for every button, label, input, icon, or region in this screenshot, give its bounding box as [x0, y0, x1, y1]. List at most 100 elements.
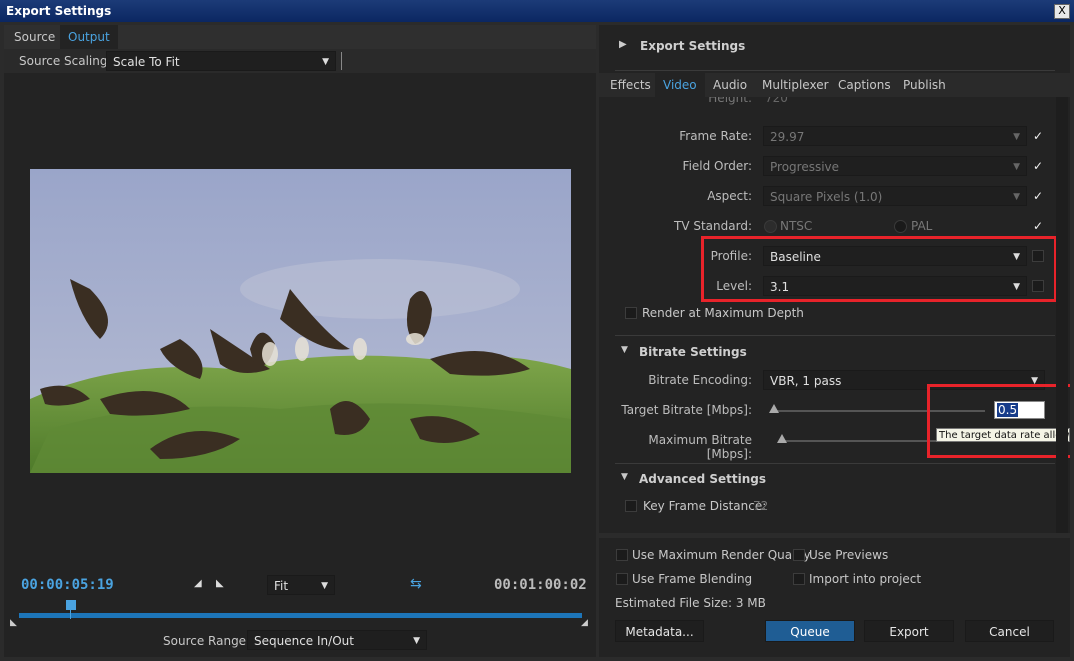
collapse-arrow-icon[interactable]: ▼: [621, 345, 628, 355]
source-scaling-dropdown[interactable]: Scale To Fit ▼: [106, 51, 336, 71]
export-settings-header[interactable]: Export Settings: [640, 39, 745, 53]
mark-in-icon[interactable]: ◢: [194, 578, 202, 589]
frame-rate-label: Frame Rate:: [679, 129, 752, 143]
field-order-value: Progressive: [770, 160, 840, 174]
video-preview: [30, 169, 571, 473]
advanced-settings-header[interactable]: Advanced Settings: [639, 472, 766, 486]
left-panel: Source Output Source Scaling: Scale To F…: [4, 25, 596, 657]
chevron-down-icon: ▼: [413, 636, 420, 646]
left-tabbar: Source Output: [4, 25, 596, 49]
tab-effects[interactable]: Effects: [602, 73, 659, 97]
divider: [341, 52, 342, 70]
end-timecode: 00:01:00:02: [494, 577, 587, 593]
pal-radio[interactable]: [894, 220, 907, 233]
range-start-icon[interactable]: ◣: [10, 618, 17, 628]
divider: [615, 70, 1055, 71]
preview-image: [30, 169, 571, 473]
tab-output[interactable]: Output: [60, 25, 118, 49]
bitrate-encoding-value: VBR, 1 pass: [770, 374, 842, 388]
key-frame-distance-value[interactable]: 72: [753, 499, 768, 513]
highlight-box-profile: [701, 236, 1057, 302]
max-render-quality-checkbox[interactable]: [616, 549, 628, 561]
video-settings-scroll[interactable]: Height: 720 Frame Rate: 29.97 ▼ ✓ Field …: [599, 97, 1070, 533]
ntsc-radio[interactable]: [764, 220, 777, 233]
close-button[interactable]: X: [1054, 4, 1070, 19]
tv-standard-label: TV Standard:: [674, 219, 752, 233]
window-titlebar: Export Settings X: [0, 0, 1074, 22]
cancel-button[interactable]: Cancel: [965, 620, 1054, 642]
import-project-label: Import into project: [809, 572, 922, 586]
divider: [615, 463, 1055, 464]
tab-audio[interactable]: Audio: [705, 73, 755, 97]
max-bitrate-label: Maximum Bitrate [Mbps]:: [648, 433, 752, 461]
frame-rate-dropdown[interactable]: 29.97 ▼: [763, 126, 1027, 146]
source-range-dropdown[interactable]: Sequence In/Out ▼: [247, 630, 427, 650]
tab-publish[interactable]: Publish: [895, 73, 954, 97]
highlight-box-bitrate: [927, 384, 1070, 458]
expand-arrow-icon[interactable]: ▶: [619, 39, 627, 50]
tab-captions[interactable]: Captions: [830, 73, 899, 97]
aspect-label: Aspect:: [707, 189, 752, 203]
max-bitrate-slider-thumb[interactable]: [777, 434, 787, 443]
scrollbar[interactable]: [1056, 97, 1068, 533]
use-previews-label: Use Previews: [809, 548, 889, 562]
tab-video[interactable]: Video: [655, 73, 705, 97]
chevron-down-icon: ▼: [1013, 192, 1020, 202]
key-frame-distance-label: Key Frame Distance:: [643, 499, 767, 513]
aspect-match-checkbox[interactable]: ✓: [1031, 189, 1045, 203]
target-bitrate-slider-thumb[interactable]: [769, 404, 779, 413]
chevron-down-icon: ▼: [1013, 162, 1020, 172]
render-max-depth-checkbox[interactable]: [625, 307, 637, 319]
divider: [615, 335, 1055, 336]
zoom-fit-value: Fit: [274, 579, 289, 593]
pal-label: PAL: [911, 219, 933, 233]
current-timecode[interactable]: 00:00:05:19: [21, 577, 114, 593]
timeline-bar[interactable]: [19, 613, 582, 618]
max-render-quality-label: Use Maximum Render Quality: [632, 548, 811, 562]
max-bitrate-slider-track[interactable]: [779, 440, 939, 442]
render-max-depth-label: Render at Maximum Depth: [642, 306, 804, 320]
bitrate-settings-header[interactable]: Bitrate Settings: [639, 345, 747, 359]
source-range-value: Sequence In/Out: [254, 634, 354, 648]
window-title: Export Settings: [6, 4, 112, 18]
height-value: 720: [765, 97, 788, 105]
scaling-bar: Source Scaling: Scale To Fit ▼: [4, 49, 596, 73]
height-label: Height:: [708, 97, 752, 105]
estimated-file-size: Estimated File Size: 3 MB: [615, 596, 766, 610]
frame-rate-match-checkbox[interactable]: ✓: [1031, 129, 1045, 143]
metadata-button[interactable]: Metadata...: [615, 620, 704, 642]
ntsc-label: NTSC: [780, 219, 813, 233]
range-end-icon[interactable]: ◢: [581, 618, 588, 628]
tab-source[interactable]: Source: [6, 25, 63, 49]
key-frame-distance-checkbox[interactable]: [625, 500, 637, 512]
chevron-down-icon: ▼: [321, 581, 328, 591]
field-order-dropdown[interactable]: Progressive ▼: [763, 156, 1027, 176]
use-previews-checkbox[interactable]: [793, 549, 805, 561]
frame-blending-checkbox[interactable]: [616, 573, 628, 585]
aspect-toggle-icon[interactable]: ⇆: [410, 576, 422, 592]
playhead-line: [70, 609, 71, 619]
export-options-panel: Use Maximum Render Quality Use Previews …: [599, 538, 1070, 657]
source-scaling-label: Source Scaling:: [19, 54, 112, 68]
frame-blending-label: Use Frame Blending: [632, 572, 753, 586]
frame-rate-value: 29.97: [770, 130, 805, 144]
aspect-value: Square Pixels (1.0): [770, 190, 883, 204]
queue-button[interactable]: Queue: [765, 620, 855, 642]
aspect-dropdown[interactable]: Square Pixels (1.0) ▼: [763, 186, 1027, 206]
playhead-handle[interactable]: [66, 600, 76, 610]
target-bitrate-label: Target Bitrate [Mbps]:: [621, 403, 752, 417]
source-range-label: Source Range:: [163, 634, 251, 648]
zoom-fit-dropdown[interactable]: Fit ▼: [267, 575, 335, 595]
chevron-down-icon: ▼: [322, 57, 329, 67]
source-scaling-value: Scale To Fit: [113, 55, 180, 69]
chevron-down-icon: ▼: [1013, 132, 1020, 142]
collapse-arrow-icon[interactable]: ▼: [621, 472, 628, 482]
mark-out-icon[interactable]: ◣: [216, 578, 224, 589]
field-order-match-checkbox[interactable]: ✓: [1031, 159, 1045, 173]
right-panel: ▶ Export Settings Effects Video Audio Mu…: [599, 25, 1070, 533]
tab-multiplexer[interactable]: Multiplexer: [754, 73, 837, 97]
import-project-checkbox[interactable]: [793, 573, 805, 585]
field-order-label: Field Order:: [682, 159, 752, 173]
tv-standard-match-checkbox[interactable]: ✓: [1031, 219, 1045, 233]
export-button[interactable]: Export: [864, 620, 954, 642]
